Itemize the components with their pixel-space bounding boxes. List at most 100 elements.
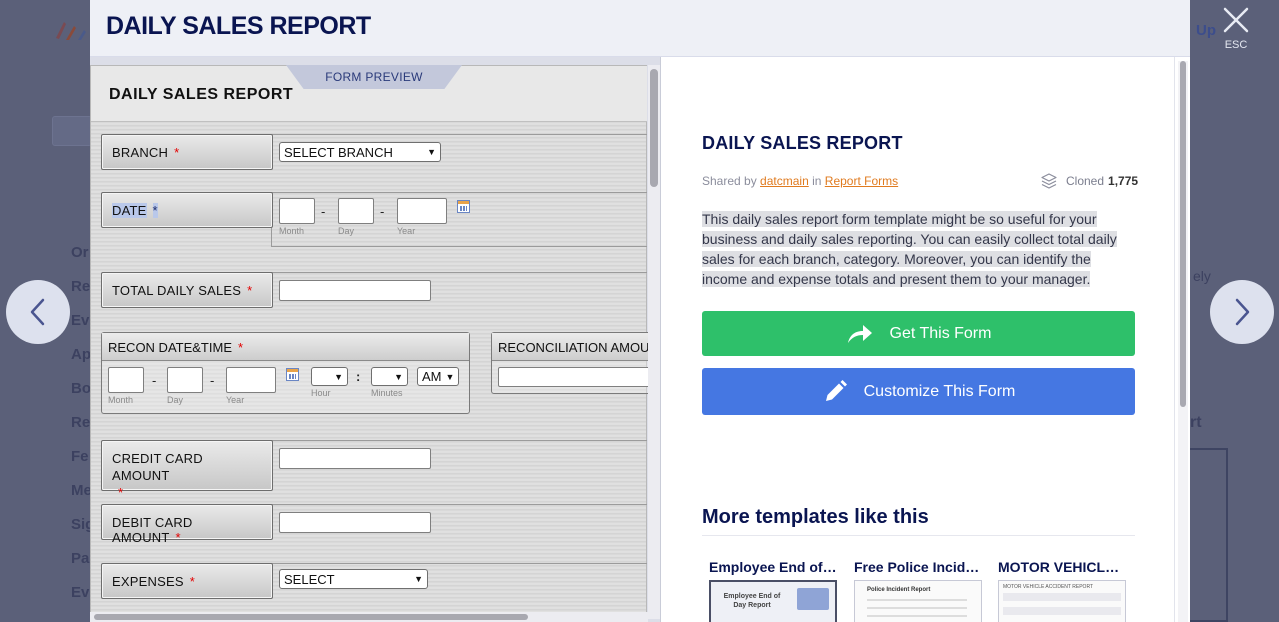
chevron-down-icon: ▼ (445, 371, 455, 382)
background-menu-item: Or (71, 244, 89, 261)
template-card-thumbnail[interactable]: Police Incident Report (854, 580, 982, 622)
reconciliation-amount-input[interactable] (498, 367, 658, 387)
close-icon (1223, 7, 1249, 33)
background-menu-item: Pa (71, 550, 90, 567)
required-marker: * (189, 574, 195, 589)
in-text: in (812, 174, 822, 188)
row-divider (271, 192, 647, 193)
scrollbar-thumb[interactable] (94, 614, 528, 620)
credit-card-label-text: CREDIT CARD AMOUNT (112, 451, 203, 483)
thumbnail-text: MOTOR VEHICLE ACCIDENT REPORT (1003, 584, 1094, 590)
template-card-thumbnail[interactable]: Employee End of Day Report (709, 580, 837, 622)
cloned-label: Cloned (1066, 174, 1105, 188)
recon-minutes-select[interactable]: ▼ (371, 367, 408, 386)
expenses-select[interactable]: SELECT ▼ (279, 569, 428, 589)
background-menu-item: Ap (71, 346, 91, 363)
calendar-icon[interactable] (286, 368, 299, 381)
recon-hour-select[interactable]: ▼ (311, 367, 348, 386)
recon-hour-sublabel: Hour (311, 388, 331, 398)
required-marker: * (152, 203, 158, 218)
branch-row: BRANCH * SELECT BRANCH ▼ (101, 134, 647, 172)
background-logo-icon (56, 22, 86, 40)
date-separator: - (380, 204, 385, 219)
thumbnail-image (797, 588, 829, 610)
row-divider (271, 504, 647, 505)
template-card-title: Free Police Incident Report (854, 559, 984, 575)
row-divider (271, 272, 647, 273)
date-day-input[interactable] (338, 198, 374, 224)
divider (702, 535, 1135, 536)
recon-minutes-sublabel: Minutes (371, 388, 403, 398)
category-link[interactable]: Report Forms (825, 174, 898, 188)
template-card[interactable]: Free Police Incident Report Police Incid… (854, 559, 984, 622)
chevron-left-icon (30, 298, 45, 326)
recon-datetime-group: RECON DATE&TIME * - - ▼ : ▼ AM ▼ Month Day… (101, 332, 470, 414)
branch-select[interactable]: SELECT BRANCH ▼ (279, 142, 441, 162)
calendar-icon[interactable] (457, 200, 470, 213)
form-preview: DAILY SALES REPORT BRANCH * SELECT BRANCH… (90, 65, 658, 620)
template-card-title: MOTOR VEHICLE ACCIDENT REPORT (998, 559, 1128, 575)
date-separator: - (321, 204, 326, 219)
close-modal-button[interactable]: ESC (1214, 6, 1258, 54)
thumbnail-line (867, 607, 967, 609)
date-day-sublabel: Day (338, 226, 355, 236)
recon-year-input[interactable] (226, 367, 276, 393)
chevron-right-icon (1235, 298, 1250, 326)
template-card[interactable]: Employee End of Day Report Employee End … (709, 559, 839, 622)
background-menu-item: Ev (71, 312, 90, 329)
total-sales-row: TOTAL DAILY SALES * (101, 272, 647, 310)
template-modal: DAILY SALES REPORT DAILY SALES REPORT BR… (90, 0, 1190, 622)
recon-separator: - (210, 373, 215, 388)
thumbnail-line (867, 599, 967, 601)
previous-template-button[interactable] (6, 280, 70, 344)
row-divider (271, 246, 647, 247)
template-title: DAILY SALES REPORT (702, 133, 903, 153)
chevron-down-icon: ▼ (394, 371, 403, 382)
preview-horizontal-scrollbar[interactable] (90, 612, 648, 622)
recon-ampm-select[interactable]: AM ▼ (417, 367, 459, 386)
required-marker: * (174, 145, 180, 160)
template-card[interactable]: MOTOR VEHICLE ACCIDENT REPORT MOTOR VEHI… (998, 559, 1128, 622)
total-sales-label: TOTAL DAILY SALES * (101, 272, 273, 308)
credit-card-row: CREDIT CARD AMOUNT * (101, 440, 647, 500)
credit-card-input[interactable] (279, 448, 431, 469)
form-title: DAILY SALES REPORT (109, 86, 294, 103)
background-card (1190, 448, 1228, 622)
modal-title: DAILY SALES REPORT (106, 12, 371, 40)
recon-day-input[interactable] (167, 367, 203, 393)
total-sales-label-text: TOTAL DAILY SALES (112, 283, 242, 298)
debit-card-row: DEBIT CARD AMOUNT * (101, 504, 647, 545)
get-this-form-button[interactable]: Get This Form (702, 311, 1135, 356)
row-divider (271, 134, 647, 135)
thumbnail-line (1003, 593, 1121, 601)
date-month-input[interactable] (279, 198, 315, 224)
date-row: DATE * - - Month Day Year (101, 192, 647, 248)
expenses-select-value: SELECT (284, 571, 335, 587)
chevron-down-icon: ▼ (334, 371, 343, 382)
customize-this-form-button[interactable]: Customize This Form (702, 368, 1135, 415)
scrollbar-thumb[interactable] (1180, 61, 1186, 407)
background-heading-fragment: rt (1190, 414, 1202, 431)
chevron-down-icon: ▼ (414, 574, 423, 584)
required-marker: * (118, 485, 124, 500)
author-link[interactable]: datcmain (760, 174, 809, 188)
info-vertical-scrollbar[interactable] (1178, 61, 1188, 622)
preview-vertical-scrollbar[interactable] (648, 65, 660, 619)
shared-by-line: Shared by datcmain in Report Forms (702, 174, 898, 188)
next-template-button[interactable] (1210, 280, 1274, 344)
scrollbar-thumb[interactable] (650, 69, 658, 187)
expenses-label: EXPENSES * (101, 563, 273, 599)
debit-card-input[interactable] (279, 512, 431, 533)
time-colon: : (356, 369, 361, 384)
get-this-form-label: Get This Form (889, 324, 992, 342)
cloned-number: 1,775 (1108, 174, 1139, 188)
cloned-count: Cloned 1,775 (1040, 172, 1138, 190)
template-card-thumbnail[interactable]: MOTOR VEHICLE ACCIDENT REPORT (998, 580, 1126, 622)
recon-year-sublabel: Year (226, 395, 245, 405)
date-year-input[interactable] (397, 198, 447, 224)
form-preview-pane[interactable]: DAILY SALES REPORT BRANCH * SELECT BRANCH… (90, 57, 661, 622)
background-signup-text: Up (1196, 22, 1216, 39)
modal-header: DAILY SALES REPORT (90, 0, 1190, 57)
recon-month-input[interactable] (108, 367, 144, 393)
total-sales-input[interactable] (279, 280, 431, 301)
